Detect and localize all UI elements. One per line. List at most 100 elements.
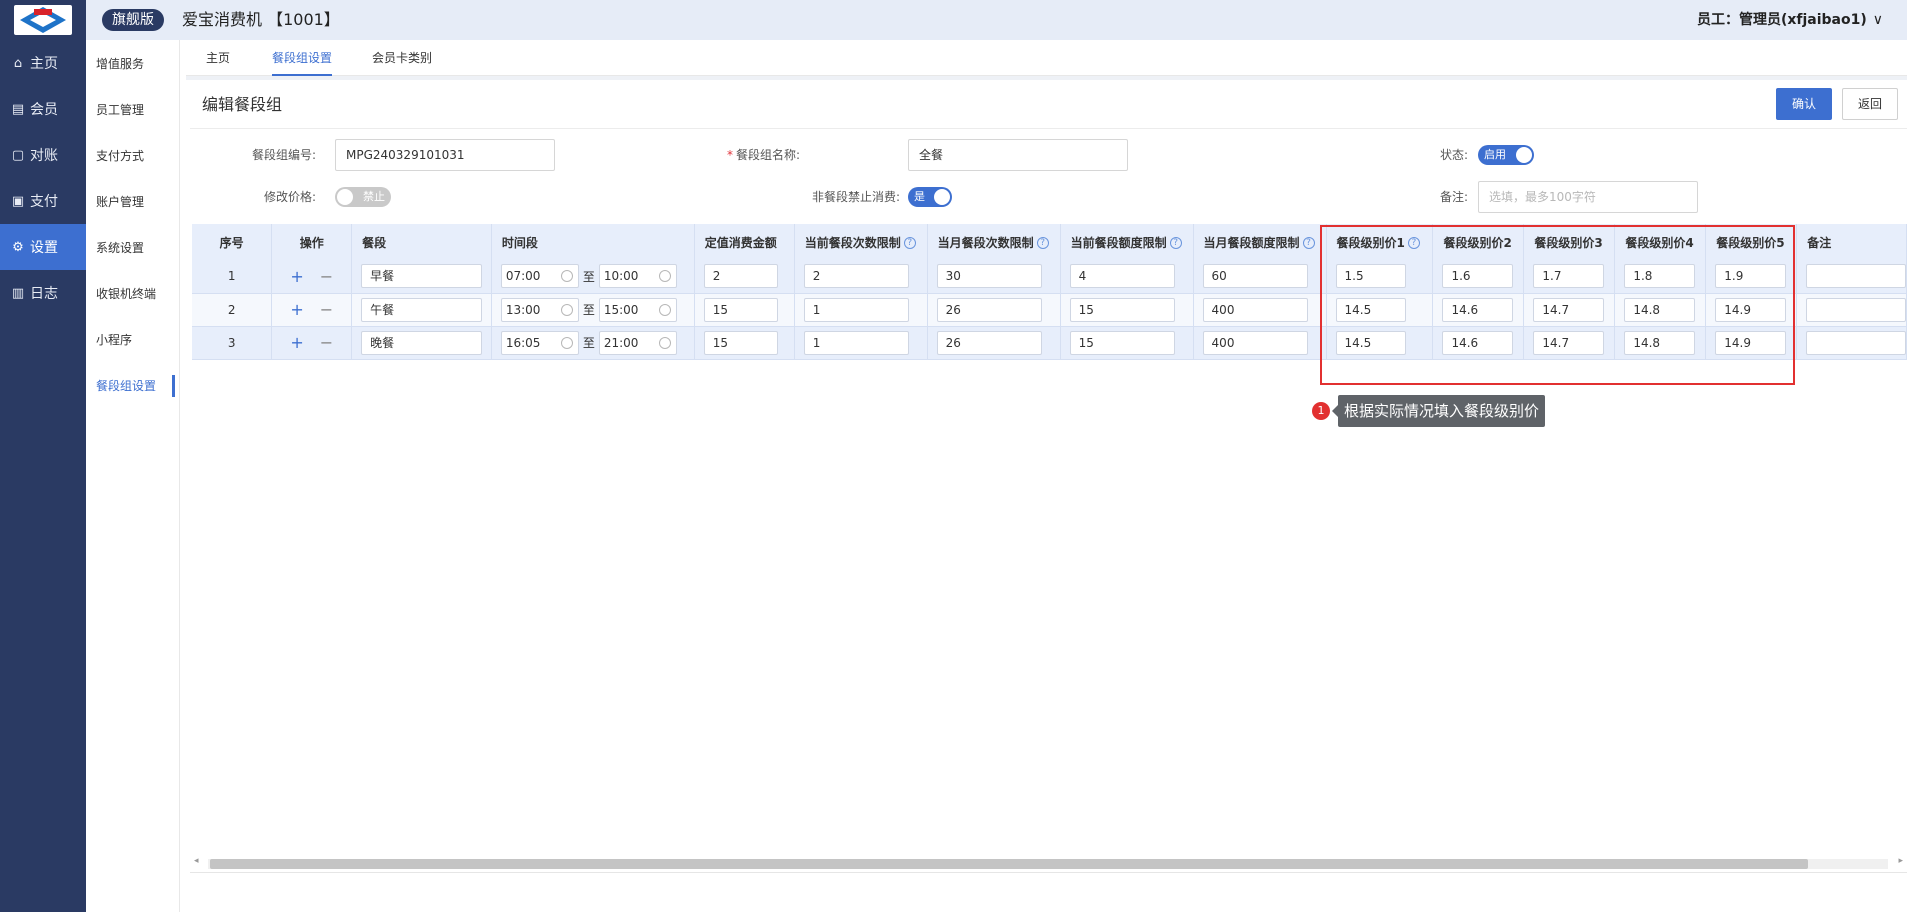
status-toggle[interactable]: 启用 xyxy=(1478,145,1534,165)
month-amount-input[interactable]: 60 xyxy=(1202,264,1308,289)
nav-item-member[interactable]: ▤ 会员 xyxy=(0,86,86,132)
price2-input[interactable]: 14.6 xyxy=(1442,297,1514,322)
nav-item-payment[interactable]: ▣ 支付 xyxy=(0,178,86,224)
remark-cell-input[interactable] xyxy=(1806,297,1906,322)
nav-item-log[interactable]: ▥ 日志 xyxy=(0,270,86,316)
scroll-right-icon[interactable]: ▸ xyxy=(1898,856,1903,866)
end-time-input[interactable]: 15:00 xyxy=(598,297,677,322)
subnav-item-terminals[interactable]: 收银机终端 xyxy=(86,270,179,316)
help-icon[interactable]: ? xyxy=(903,237,916,249)
add-row-button[interactable]: + xyxy=(290,300,303,319)
subnav-item-system[interactable]: 系统设置 xyxy=(86,224,179,270)
help-icon[interactable]: ? xyxy=(1169,237,1182,249)
remark-cell-input[interactable] xyxy=(1806,330,1906,355)
group-code-label: 餐段组编号: xyxy=(251,148,316,162)
price3-input[interactable]: 1.7 xyxy=(1533,264,1605,289)
cur-count-input[interactable]: 1 xyxy=(803,330,909,355)
month-count-input[interactable]: 26 xyxy=(936,297,1042,322)
end-time-input[interactable]: 21:00 xyxy=(598,330,677,355)
nav-item-home[interactable]: ⌂ 主页 xyxy=(0,40,86,86)
group-name-label-wrap: * 餐段组名称: xyxy=(640,139,800,171)
user-menu[interactable]: 员工：管理员(xfjaibao1) ∨ xyxy=(1697,10,1883,30)
price4-cell: 1.8 xyxy=(1614,260,1707,294)
fixed-cell: 15 xyxy=(694,293,795,327)
fixed-amount-input[interactable]: 15 xyxy=(703,297,778,322)
tab-meal-group-settings[interactable]: 餐段组设置 xyxy=(272,40,333,76)
price3-input[interactable]: 14.7 xyxy=(1533,297,1605,322)
help-icon[interactable]: ? xyxy=(1407,237,1420,249)
horizontal-scrollbar[interactable]: ◂ ▸ xyxy=(190,856,1907,870)
price4-input[interactable]: 14.8 xyxy=(1624,297,1696,322)
modify-price-toggle-label: 禁止 xyxy=(363,190,385,203)
remark-cell xyxy=(1796,326,1907,360)
remark-cell-input[interactable] xyxy=(1806,264,1906,289)
start-time-input[interactable]: 16:05 xyxy=(500,330,579,355)
remark-input[interactable] xyxy=(1478,181,1698,213)
confirm-button[interactable]: 确认 xyxy=(1776,88,1832,120)
modify-price-toggle[interactable]: 禁止 xyxy=(335,187,391,207)
tab-member-card-types[interactable]: 会员卡类别 xyxy=(372,40,432,76)
tab-home[interactable]: 主页 xyxy=(206,40,230,76)
price2-input[interactable]: 14.6 xyxy=(1442,330,1514,355)
meal-input[interactable]: 午餐 xyxy=(361,297,482,322)
group-code-input[interactable]: MPG240329101031 xyxy=(335,139,555,171)
cur-amount-input[interactable]: 15 xyxy=(1069,297,1175,322)
nav-item-settings[interactable]: ⚙ 设置 xyxy=(0,224,86,270)
end-time-input[interactable]: 10:00 xyxy=(598,264,677,289)
cur-count-cell: 2 xyxy=(794,260,928,294)
subnav-item-accounts[interactable]: 账户管理 xyxy=(86,178,179,224)
help-icon[interactable]: ? xyxy=(1302,237,1315,249)
clock-icon xyxy=(560,336,573,349)
price2-input[interactable]: 1.6 xyxy=(1442,264,1514,289)
month-amount-input[interactable]: 400 xyxy=(1202,297,1308,322)
scroll-left-icon[interactable]: ◂ xyxy=(194,856,199,866)
cur-amount-cell: 4 xyxy=(1060,260,1194,294)
remove-row-button[interactable]: − xyxy=(320,267,333,286)
price3-input[interactable]: 14.7 xyxy=(1533,330,1605,355)
fixed-cell: 15 xyxy=(694,326,795,360)
cur-count-input[interactable]: 1 xyxy=(803,297,909,322)
month-amount-input[interactable]: 400 xyxy=(1202,330,1308,355)
month-count-input[interactable]: 30 xyxy=(936,264,1042,289)
fixed-amount-input[interactable]: 15 xyxy=(703,330,778,355)
member-icon: ▤ xyxy=(11,101,25,117)
cur-amount-input[interactable]: 15 xyxy=(1069,330,1175,355)
remove-row-button[interactable]: − xyxy=(320,300,333,319)
fixed-amount-input[interactable]: 2 xyxy=(703,264,778,289)
subnav-item-meal-groups[interactable]: 餐段组设置 xyxy=(86,362,179,408)
remove-row-button[interactable]: − xyxy=(320,333,333,352)
clock-icon xyxy=(560,270,573,283)
add-row-button[interactable]: + xyxy=(290,267,303,286)
price5-input[interactable]: 1.9 xyxy=(1715,264,1787,289)
nav-item-reconcile[interactable]: ▢ 对账 xyxy=(0,132,86,178)
toggle-knob xyxy=(337,189,353,205)
cur-amount-cell: 15 xyxy=(1060,293,1194,327)
modify-price-label: 修改价格: xyxy=(263,190,316,204)
non-meal-toggle[interactable]: 是 xyxy=(908,187,952,207)
main-sidebar: ⌂ 主页 ▤ 会员 ▢ 对账 ▣ 支付 ⚙ 设置 ▥ 日志 xyxy=(0,40,86,912)
price4-input[interactable]: 1.8 xyxy=(1624,264,1696,289)
price1-input[interactable]: 1.5 xyxy=(1335,264,1407,289)
subnav-item-staff[interactable]: 员工管理 xyxy=(86,86,179,132)
meal-input[interactable]: 早餐 xyxy=(361,264,482,289)
price5-input[interactable]: 14.9 xyxy=(1715,297,1787,322)
price5-input[interactable]: 14.9 xyxy=(1715,330,1787,355)
group-name-input[interactable]: 全餐 xyxy=(908,139,1128,171)
add-row-button[interactable]: + xyxy=(290,333,303,352)
start-time-input[interactable]: 13:00 xyxy=(500,297,579,322)
start-time-input[interactable]: 07:00 xyxy=(500,264,579,289)
subnav-item-value-added[interactable]: 增值服务 xyxy=(86,40,179,86)
scroll-thumb[interactable] xyxy=(210,859,1808,869)
help-icon[interactable]: ? xyxy=(1036,237,1049,249)
price1-input[interactable]: 14.5 xyxy=(1335,330,1407,355)
subnav-item-payment-methods[interactable]: 支付方式 xyxy=(86,132,179,178)
price1-input[interactable]: 14.5 xyxy=(1335,297,1407,322)
price4-input[interactable]: 14.8 xyxy=(1624,330,1696,355)
to-separator: 至 xyxy=(582,336,595,350)
meal-input[interactable]: 晚餐 xyxy=(361,330,482,355)
back-button[interactable]: 返回 xyxy=(1842,88,1898,120)
month-count-input[interactable]: 26 xyxy=(936,330,1042,355)
subnav-item-miniprogram[interactable]: 小程序 xyxy=(86,316,179,362)
cur-amount-input[interactable]: 4 xyxy=(1069,264,1175,289)
cur-count-input[interactable]: 2 xyxy=(803,264,909,289)
